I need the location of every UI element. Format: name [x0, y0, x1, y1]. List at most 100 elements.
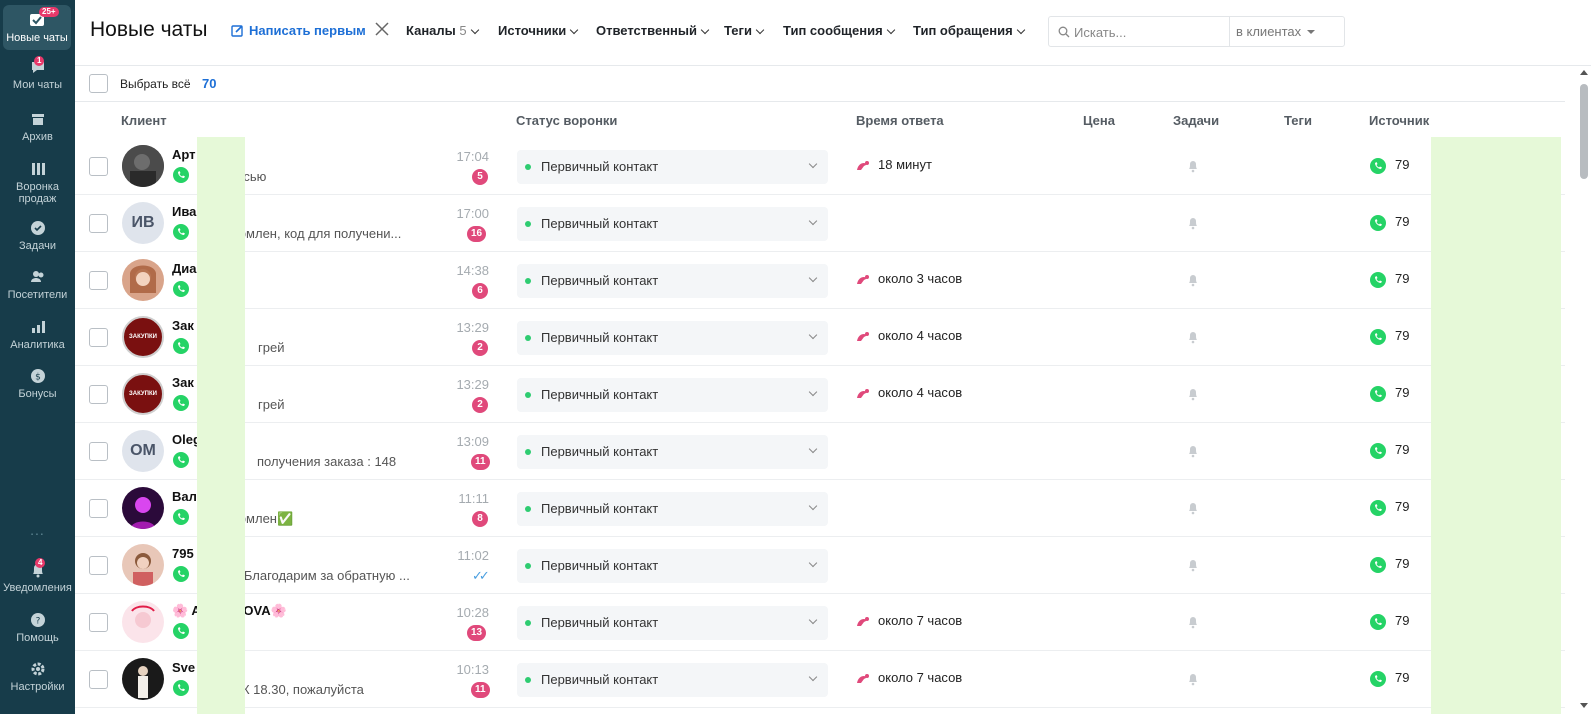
funnel-status-select[interactable]: Первичный контакт [517, 606, 828, 640]
nav-new-chats[interactable]: 25+ Новые чаты [3, 5, 71, 50]
funnel-status-select[interactable]: Первичный контакт [517, 663, 828, 697]
message-time: 17:00 [456, 206, 489, 221]
search-scope-select[interactable]: в клиентах [1229, 17, 1345, 46]
status-label: Первичный контакт [541, 387, 659, 402]
funnel-status-select[interactable]: Первичный контакт [517, 378, 828, 412]
scroll-down-icon[interactable] [1580, 703, 1588, 708]
write-first-button[interactable]: Написать первым [231, 23, 366, 38]
bell-icon[interactable] [1187, 501, 1199, 520]
select-all-checkbox[interactable] [89, 74, 108, 93]
row-checkbox[interactable] [89, 670, 108, 689]
table-row[interactable]: Диа 14:38 6 Первичный контакт около 3 ча… [75, 252, 1565, 309]
whatsapp-icon [172, 337, 190, 360]
bell-icon[interactable] [1187, 558, 1199, 577]
funnel-status-select[interactable]: Первичный контакт [517, 549, 828, 583]
table-row[interactable]: ЗАКУПКИ Зак rtolla грей 13:29 2 Первичны… [75, 366, 1565, 423]
filter-channels[interactable]: Каналы 5 [406, 23, 479, 38]
source-number: 79 [1395, 271, 1410, 286]
filter-channels-label: Каналы [406, 23, 456, 38]
filter-sources[interactable]: Источники [498, 23, 579, 38]
filter-tags[interactable]: Теги [724, 23, 765, 38]
nav-label: Аналитика [10, 339, 65, 351]
bell-icon[interactable] [1187, 159, 1199, 178]
status-dot [525, 278, 531, 284]
nav-label: Настройки [10, 681, 65, 693]
funnel-status-select[interactable]: Первичный контакт [517, 264, 828, 298]
nav-label: Задачи [19, 240, 56, 252]
filter-responsible[interactable]: Ответственный [596, 23, 710, 38]
funnel-status-select[interactable]: Первичный контакт [517, 435, 828, 469]
whatsapp-icon [172, 565, 190, 588]
scrollbar[interactable] [1577, 66, 1591, 714]
row-checkbox[interactable] [89, 271, 108, 290]
bell-icon[interactable] [1187, 216, 1199, 235]
nav-label: Помощь [16, 632, 59, 644]
bell-icon[interactable] [1187, 273, 1199, 292]
status-dot [525, 620, 531, 626]
table-row[interactable]: 🌸 A🌸PANOVA🌸 10:28 13 Первичный контакт о… [75, 594, 1565, 651]
col-tags[interactable]: Теги [1284, 113, 1312, 128]
table-row[interactable]: Вал аз оформлен✅ 11:11 8 Первичный конта… [75, 480, 1565, 537]
bell-icon[interactable] [1187, 330, 1199, 349]
source-number: 79 [1395, 613, 1410, 628]
unread-badge: 16 [467, 226, 487, 242]
scroll-up-icon[interactable] [1580, 70, 1588, 75]
table-row[interactable]: ЗАКУПКИ Зак rtolla грей 13:29 2 Первичны… [75, 309, 1565, 366]
search-input[interactable] [1074, 21, 1224, 43]
source-number: 79 [1395, 385, 1410, 400]
filter-request-type[interactable]: Тип обращения [913, 23, 1025, 38]
filter-message-type[interactable]: Тип сообщения [783, 23, 895, 38]
row-checkbox[interactable] [89, 214, 108, 233]
clear-filters-icon[interactable] [375, 20, 389, 40]
chevron-down-icon [886, 25, 895, 35]
col-funnel-status[interactable]: Статус воронки [516, 113, 617, 128]
scroll-thumb[interactable] [1580, 84, 1588, 179]
avatar: ЗАКУПКИ [122, 316, 164, 358]
nav-settings[interactable]: Настройки [0, 660, 75, 693]
table-row[interactable]: Sve е утро! К 18.30, пожалуйста 10:13 11… [75, 651, 1565, 708]
nav-notifications[interactable]: 4 Уведомления [0, 558, 75, 594]
redaction-mask [1431, 137, 1561, 714]
nav-help[interactable]: ? Помощь [0, 611, 75, 644]
avatar: ИВ [122, 202, 164, 244]
row-checkbox[interactable] [89, 556, 108, 575]
funnel-status-select[interactable]: Первичный контакт [517, 492, 828, 526]
table-row[interactable]: OM Oleg ev получения заказа : 148 13:09 … [75, 423, 1565, 480]
table-row[interactable]: Арт с надписью 17:04 5 Первичный контакт… [75, 138, 1565, 195]
row-checkbox[interactable] [89, 442, 108, 461]
nav-bonuses[interactable]: $ Бонусы [0, 367, 75, 400]
nav-funnel[interactable]: Воронка продаж [0, 160, 75, 205]
nav-label: Бонусы [18, 388, 57, 400]
row-checkbox[interactable] [89, 613, 108, 632]
avatar [122, 259, 164, 301]
col-client[interactable]: Клиент [121, 113, 167, 128]
nav-analytics[interactable]: Аналитика [0, 318, 75, 351]
table-row[interactable]: ИВ Ива аз оформлен, код для получени... … [75, 195, 1565, 252]
col-tasks[interactable]: Задачи [1173, 113, 1219, 128]
bell-icon[interactable] [1187, 672, 1199, 691]
whatsapp-icon [172, 622, 190, 645]
row-checkbox[interactable] [89, 328, 108, 347]
funnel-status-select[interactable]: Первичный контакт [517, 150, 828, 184]
table-row[interactable]: 795 28 й день! Благодарим за обратную ..… [75, 537, 1565, 594]
nav-archive[interactable]: Архив [0, 110, 75, 143]
col-price[interactable]: Цена [1083, 113, 1115, 128]
new-chats-badge: 25+ [39, 7, 59, 17]
bell-icon[interactable] [1187, 615, 1199, 634]
col-response-time[interactable]: Время ответа [856, 113, 944, 128]
nav-my-chats[interactable]: 1 Мои чаты [0, 56, 75, 91]
funnel-status-select[interactable]: Первичный контакт [517, 321, 828, 355]
status-dot [525, 335, 531, 341]
nav-visitors[interactable]: Посетители [0, 268, 75, 301]
row-checkbox[interactable] [89, 385, 108, 404]
bell-icon[interactable] [1187, 387, 1199, 406]
col-source[interactable]: Источник [1369, 113, 1429, 128]
response-time: около 4 часов [878, 385, 963, 400]
funnel-status-select[interactable]: Первичный контакт [517, 207, 828, 241]
select-all-label: Выбрать всё [120, 77, 191, 91]
row-checkbox[interactable] [89, 499, 108, 518]
nav-tasks[interactable]: Задачи [0, 219, 75, 252]
more-dots[interactable]: ... [0, 522, 75, 538]
row-checkbox[interactable] [89, 157, 108, 176]
bell-icon[interactable] [1187, 444, 1199, 463]
